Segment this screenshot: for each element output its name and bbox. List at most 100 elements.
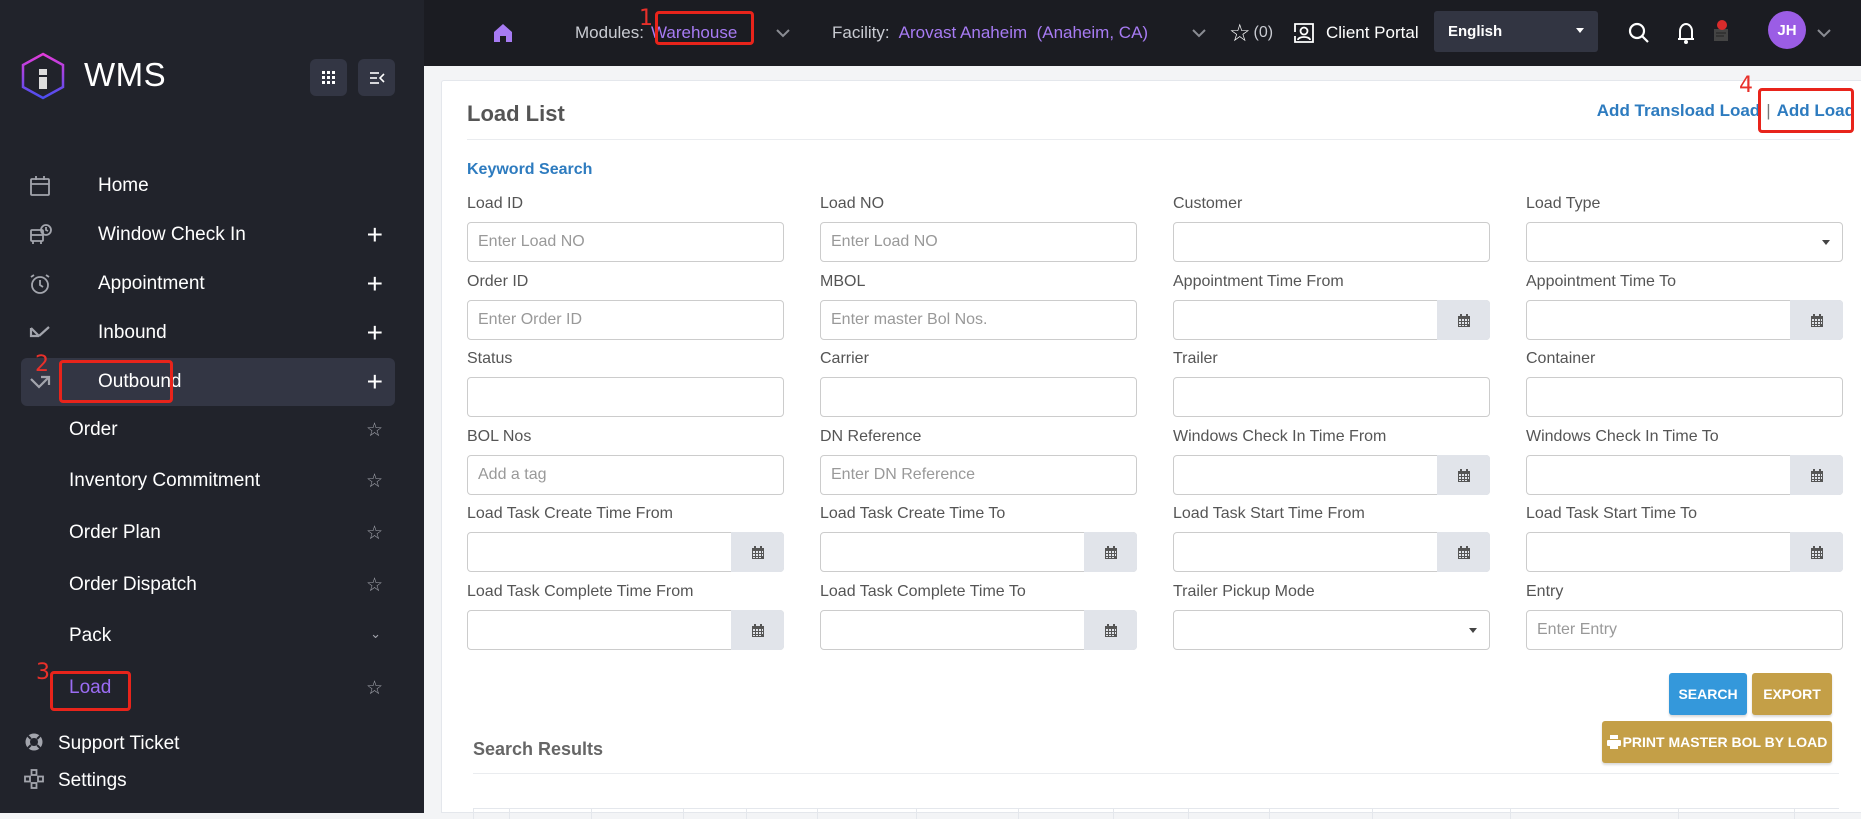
sidebar-subitem-order[interactable]: Order ☆	[21, 408, 395, 452]
table-column-header[interactable]	[1269, 809, 1372, 819]
sidebar-item-support-ticket[interactable]: Support Ticket	[24, 728, 179, 760]
expand-plus-icon[interactable]: +	[367, 368, 383, 396]
notifications-button[interactable]	[1675, 0, 1697, 66]
messages-button[interactable]	[1712, 0, 1732, 66]
dn-reference-input[interactable]: Enter DN Reference	[820, 455, 1137, 495]
windows-check-in-time-from-input[interactable]	[1173, 455, 1490, 495]
language-value: English	[1448, 23, 1503, 40]
mbol-input[interactable]: Enter master Bol Nos.	[820, 300, 1137, 340]
load-task-create-time-to-input[interactable]	[820, 532, 1137, 572]
client-portal-icon	[1294, 23, 1314, 43]
favorite-star-icon[interactable]: ☆	[366, 522, 383, 545]
sidebar-item-settings[interactable]: Settings	[24, 765, 127, 797]
module-selector[interactable]: Warehouse	[651, 23, 737, 43]
load-task-complete-time-from-input[interactable]	[467, 610, 784, 650]
facility-selector[interactable]: Arovast Anaheim (Anaheim, CA)	[899, 23, 1148, 43]
calendar-picker-button[interactable]	[1790, 300, 1843, 340]
export-button[interactable]: EXPORT	[1752, 673, 1832, 715]
order-id-input[interactable]: Enter Order ID	[467, 300, 784, 340]
table-column-header[interactable]	[1794, 809, 1839, 819]
sidebar-subitem-order-dispatch[interactable]: Order Dispatch ☆	[21, 563, 395, 607]
sidebar-item-inbound[interactable]: Inbound +	[21, 309, 395, 357]
sidebar-subitem-order-plan[interactable]: Order Plan ☆	[21, 511, 395, 555]
load-id-input[interactable]: Enter Load NO	[467, 222, 784, 262]
add-load-link[interactable]: Add Load	[1777, 101, 1855, 121]
keyword-search-toggle[interactable]: Keyword Search	[467, 161, 592, 179]
sidebar-item-home[interactable]: Home	[21, 162, 395, 210]
home-button[interactable]	[492, 0, 514, 66]
load-no-input[interactable]: Enter Load NO	[820, 222, 1137, 262]
load-task-complete-time-to-input[interactable]	[820, 610, 1137, 650]
calendar-picker-button[interactable]	[1437, 300, 1490, 340]
customer-input[interactable]	[1173, 222, 1490, 262]
windows-check-in-time-to-input[interactable]	[1526, 455, 1843, 495]
load-task-create-time-from-input[interactable]	[467, 532, 784, 572]
carrier-input[interactable]	[820, 377, 1137, 417]
appointment-time-to-input[interactable]	[1526, 300, 1843, 340]
table-column-header[interactable]	[1678, 809, 1794, 819]
load-type-select[interactable]	[1526, 222, 1843, 262]
sidebar-item-window-check-in[interactable]: Window Check In +	[21, 211, 395, 259]
apps-grid-button[interactable]	[310, 59, 347, 96]
table-column-header[interactable]	[746, 809, 817, 819]
calendar-picker-button[interactable]	[1437, 532, 1490, 572]
user-menu-toggle[interactable]	[1817, 0, 1831, 66]
field-label: Windows Check In Time From	[1173, 428, 1387, 445]
expand-plus-icon[interactable]: +	[367, 270, 383, 298]
expand-plus-icon[interactable]: +	[367, 221, 383, 249]
table-column-header[interactable]	[1372, 809, 1510, 819]
favorite-star-icon[interactable]: ☆	[366, 470, 383, 493]
bol-nos-input[interactable]: Add a tag	[467, 455, 784, 495]
table-column-header[interactable]	[1018, 809, 1113, 819]
favorite-star-icon[interactable]: ☆	[366, 574, 383, 597]
print-master-bol-button[interactable]: PRINT MASTER BOL BY LOAD	[1602, 721, 1832, 763]
favorite-star-icon[interactable]: ☆	[366, 677, 383, 700]
collapse-sidebar-button[interactable]	[358, 59, 395, 96]
page-title: Load List	[467, 101, 565, 126]
calendar-picker-button[interactable]	[1437, 455, 1490, 495]
calendar-picker-button[interactable]	[1084, 532, 1137, 572]
table-column-header[interactable]	[1510, 809, 1678, 819]
user-avatar[interactable]: JH	[1768, 11, 1806, 49]
sidebar-item-appointment[interactable]: Appointment +	[21, 260, 395, 308]
expand-plus-icon[interactable]: +	[367, 319, 383, 347]
entry-input[interactable]: Enter Entry	[1526, 610, 1843, 650]
sidebar-subitem-load[interactable]: Load ☆	[21, 666, 395, 710]
search-button[interactable]	[1627, 0, 1651, 66]
calendar-picker-button[interactable]	[1084, 610, 1137, 650]
calendar-picker-button[interactable]	[731, 532, 784, 572]
table-column-header[interactable]	[916, 809, 1018, 819]
calendar-picker-button[interactable]	[1790, 455, 1843, 495]
caret-down-icon	[1822, 240, 1830, 245]
load-task-start-time-to-input[interactable]	[1526, 532, 1843, 572]
trailer-pickup-mode-select[interactable]	[1173, 610, 1490, 650]
client-portal-link[interactable]: Client Portal	[1292, 0, 1419, 66]
add-transload-load-link[interactable]: Add Transload Load	[1597, 101, 1760, 121]
table-column-header[interactable]	[683, 809, 746, 819]
calendar-picker-button[interactable]	[731, 610, 784, 650]
calendar-picker-button[interactable]	[1790, 532, 1843, 572]
sidebar-subitem-pack[interactable]: Pack ⌄	[21, 614, 395, 658]
status-input[interactable]	[467, 377, 784, 417]
trailer-input[interactable]	[1173, 377, 1490, 417]
favorite-star-icon[interactable]: ☆	[366, 419, 383, 442]
table-column-header[interactable]	[817, 809, 916, 819]
field-entry: Entry Enter Entry	[1526, 583, 1843, 650]
table-column-header[interactable]	[1188, 809, 1269, 819]
container-input[interactable]	[1526, 377, 1843, 417]
field-label: Appointment Time To	[1526, 273, 1677, 290]
load-task-start-time-from-input[interactable]	[1173, 532, 1490, 572]
appointment-time-from-input[interactable]	[1173, 300, 1490, 340]
table-column-header[interactable]	[473, 809, 509, 819]
table-column-header[interactable]	[1113, 809, 1188, 819]
favorites-button[interactable]: ☆ (0)	[1229, 0, 1273, 66]
facility-dropdown-toggle[interactable]	[1192, 0, 1206, 66]
search-button[interactable]: SEARCH	[1669, 673, 1747, 715]
module-dropdown-toggle[interactable]	[776, 0, 790, 66]
sidebar-subitem-inventory-commitment[interactable]: Inventory Commitment ☆	[21, 459, 395, 503]
language-select[interactable]: English	[1434, 11, 1598, 52]
table-column-header[interactable]	[591, 809, 683, 819]
sidebar-item-outbound[interactable]: Outbound +	[21, 358, 395, 406]
table-column-header[interactable]	[509, 809, 591, 819]
chevron-down-icon[interactable]: ⌄	[370, 626, 381, 642]
